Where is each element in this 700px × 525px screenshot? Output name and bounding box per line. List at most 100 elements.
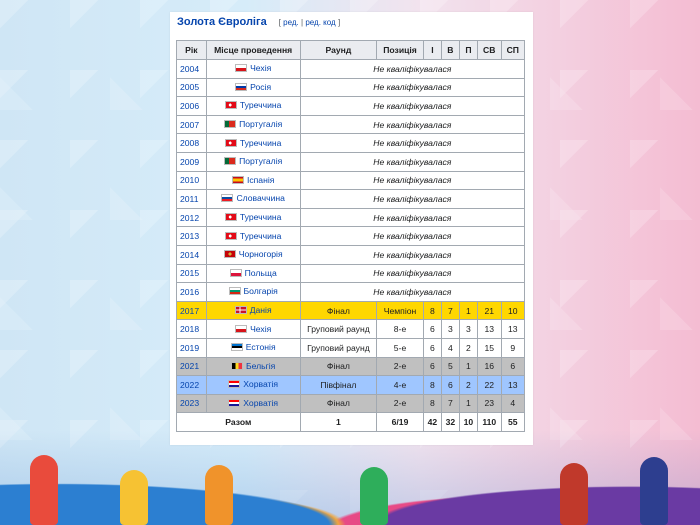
won-cell: 6 [440,375,460,395]
played-cell: 8 [422,375,442,395]
round-cell: Груповий раунд [299,319,378,339]
position-cell: Чемпіон [376,300,424,321]
not-qualified-cell: Не кваліфікувалася [299,114,526,135]
played-cell: 8 [422,393,442,414]
host-link[interactable]: Чехія [250,324,271,334]
year-link[interactable]: 2023 [176,393,207,414]
host-link[interactable]: Польща [245,268,277,278]
round-cell: Груповий раунд [299,337,378,358]
tr-flag-icon [224,213,237,222]
round-cell: Фінал [299,393,378,414]
host-link[interactable]: Туреччина [240,231,282,241]
played-cell: 6 [422,356,442,377]
tr-flag-icon [224,138,237,147]
host-link[interactable]: Чорногорія [239,249,283,259]
goals-against-cell: 4 [500,393,526,414]
table-row: 2007 Португалія Не кваліфікувалася [176,114,526,135]
host-link[interactable]: Туреччина [240,138,282,148]
table-row: 2006 Туреччина Не кваліфікувалася [176,96,526,116]
host-link[interactable]: Болгарія [244,286,278,296]
year-link[interactable]: 2005 [176,77,207,98]
round-cell: Півфінал [299,375,378,395]
year-link[interactable]: 2007 [176,114,207,135]
year-link[interactable]: 2010 [176,170,207,191]
total-played-cell: 42 [422,412,442,432]
year-link[interactable]: 2004 [176,59,207,79]
total-goals-for-cell: 110 [476,412,502,432]
host-link[interactable]: Росія [250,82,271,92]
host-cell: Польща [205,263,301,284]
not-qualified-cell: Не кваліфікувалася [299,133,526,153]
table-row: 2016 Болгарія Не кваліфікувалася [176,282,526,302]
athlete-figure [120,470,148,525]
year-link[interactable]: 2008 [176,133,207,153]
host-link[interactable]: Бельгія [246,361,275,371]
year-link[interactable]: 2013 [176,226,207,246]
goals-against-cell: 6 [500,356,526,377]
not-qualified-cell: Не кваліфікувалася [299,244,526,265]
bracket-close: ] [337,18,341,27]
host-link[interactable]: Словаччина [236,193,284,203]
goals-against-cell: 10 [500,300,526,321]
goals-against-cell: 13 [500,319,526,339]
ee-flag-icon [230,343,243,352]
host-link[interactable]: Данія [250,305,272,315]
host-link[interactable]: Португалія [239,156,282,166]
position-cell: 4-е [376,375,424,395]
dk-flag-icon [234,306,247,315]
year-link[interactable]: 2021 [176,356,207,377]
athlete-figure [560,463,588,525]
table-row: 2005 Росія Не кваліфікувалася [176,77,526,98]
round-cell: Фінал [299,300,378,321]
host-link[interactable]: Туреччина [240,100,282,110]
lost-cell: 2 [458,375,478,395]
year-link[interactable]: 2016 [176,282,207,302]
year-link[interactable]: 2014 [176,244,207,265]
host-cell: Туреччина [205,226,301,246]
host-link[interactable]: Туреччина [240,212,282,222]
total-position-cell: 6/19 [376,412,424,432]
column-header-position: Позиція [376,40,424,60]
year-link[interactable]: 2017 [176,300,207,321]
edit-link[interactable]: ред. [283,18,299,27]
host-link[interactable]: Хорватія [243,379,278,389]
bg-flag-icon [228,287,241,296]
host-link[interactable]: Чехія [250,63,271,73]
year-link[interactable]: 2015 [176,263,207,284]
table-header-row: Рік Місце проведення Раунд Позиція І В П… [176,40,526,60]
ru-flag-icon [235,82,248,91]
goals-for-cell: 21 [476,300,502,321]
table-row: 2022 Хорватія Півфінал 4-е 8 6 2 22 13 [176,375,526,395]
year-link[interactable]: 2006 [176,96,207,116]
host-link[interactable]: Естонія [246,342,276,352]
goals-for-cell: 16 [476,356,502,377]
column-header-lost: П [458,40,478,60]
table-row: 2008 Туреччина Не кваліфікувалася [176,133,526,153]
be-flag-icon [231,361,243,370]
column-header-won: В [440,40,460,60]
year-link[interactable]: 2011 [176,189,207,209]
athlete-figure [205,465,233,525]
host-link[interactable]: Іспанія [247,175,274,185]
host-cell: Хорватія [205,375,301,395]
played-cell: 8 [422,300,442,321]
won-cell: 7 [440,393,460,414]
table-row: 2017 Данія Фінал Чемпіон 8 7 1 21 10 [176,300,526,321]
played-cell: 6 [422,319,442,339]
year-link[interactable]: 2009 [176,151,207,172]
host-cell: Данія [205,300,301,321]
year-link[interactable]: 2019 [176,337,207,358]
host-link[interactable]: Хорватія [243,398,278,408]
year-link[interactable]: 2022 [176,375,207,395]
year-link[interactable]: 2012 [176,207,207,228]
round-cell: Фінал [299,356,378,377]
column-header-year: Рік [176,40,207,60]
edit-source-link[interactable]: ред. код [305,18,335,27]
host-cell: Чехія [205,59,301,79]
year-link[interactable]: 2018 [176,319,207,339]
table-row: 2004 Чехія Не кваліфікувалася [176,59,526,79]
table-row: 2023 Хорватія Фінал 2-е 8 7 1 23 4 [176,393,526,414]
total-goals-against-cell: 55 [500,412,526,432]
host-link[interactable]: Португалія [239,119,282,129]
edit-separator: | [301,18,304,27]
